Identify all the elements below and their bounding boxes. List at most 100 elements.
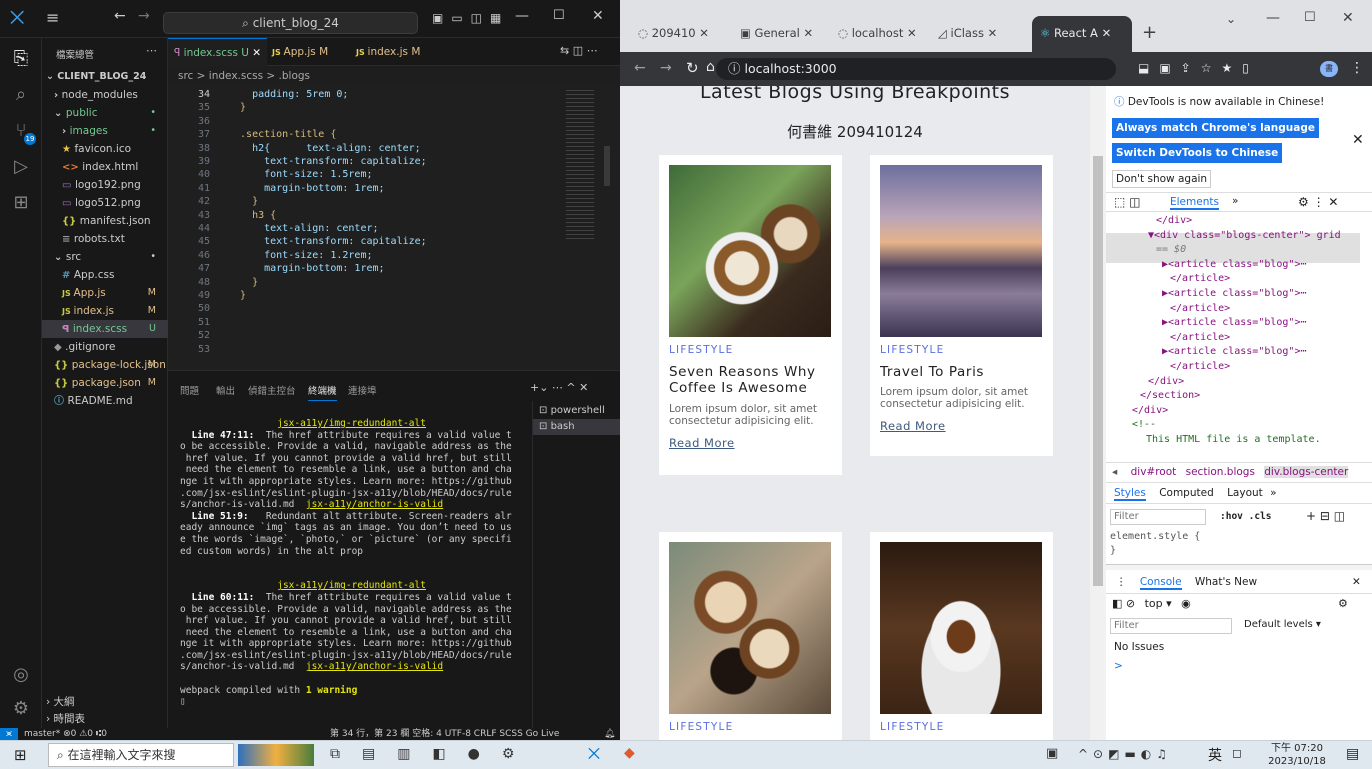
context-select[interactable]: top xyxy=(1145,597,1163,610)
tab-index-js[interactable]: JS index.js M xyxy=(350,38,426,66)
dom-node[interactable]: </article> xyxy=(1170,360,1230,375)
clock[interactable]: 下午 07:20 2023/10/18 xyxy=(1262,742,1332,768)
tab-search-icon[interactable]: ⌄ xyxy=(1226,12,1236,26)
explorer-icon[interactable]: ⎘ xyxy=(8,46,34,72)
tree-item[interactable]: ▭ logo192.png xyxy=(42,176,168,194)
code-line[interactable]: } xyxy=(228,289,246,302)
code-line[interactable]: h3 { xyxy=(228,209,276,222)
tree-item[interactable]: ⌄ public • xyxy=(42,104,168,122)
tree-item[interactable]: ≡ robots.txt xyxy=(42,230,168,248)
tab-whats-new[interactable]: What's New xyxy=(1195,576,1257,588)
drawer-resizer[interactable] xyxy=(1106,564,1372,570)
code-line[interactable]: margin-bottom: 1rem; xyxy=(228,182,384,195)
read-more-link[interactable]: Read More xyxy=(669,436,735,450)
hov-cls-toggle[interactable]: :hov .cls xyxy=(1220,511,1271,522)
dom-node[interactable]: </div> xyxy=(1148,375,1184,390)
dom-node[interactable]: <!-- xyxy=(1132,418,1156,433)
panel-tab[interactable]: 輸出 xyxy=(216,383,235,397)
code-line[interactable]: } xyxy=(228,195,258,208)
panel-tab[interactable]: 連接埠 xyxy=(348,383,377,397)
tree-item[interactable]: ▭ logo512.png xyxy=(42,194,168,212)
sidebar-toggle-icon[interactable]: ◧ xyxy=(1112,597,1126,610)
dom-node[interactable]: ▼<div class="blogs-center"> grid xyxy=(1148,229,1341,244)
panel-actions-icons[interactable]: +⌄ ⋯ ^ ✕ xyxy=(530,381,588,394)
taskbar-app-icons[interactable]: ⧉▤▥◧●⚙ xyxy=(330,746,536,762)
styles-filter-input[interactable]: Filter xyxy=(1110,509,1206,525)
dom-node[interactable]: </div> xyxy=(1132,404,1168,419)
dont-show-again-button[interactable]: Don't show again xyxy=(1112,170,1212,188)
maximize-icon[interactable]: ☐ xyxy=(553,8,565,23)
forward-arrow-icon[interactable]: → xyxy=(138,8,150,24)
notification-center-icon[interactable]: ▤ xyxy=(1346,746,1359,762)
close-icon[interactable]: ✕ xyxy=(592,8,604,24)
git-branch-status[interactable]: master* ⊗0 ⚠0 ⑆0 xyxy=(24,728,107,740)
tree-item[interactable]: # App.css xyxy=(42,266,168,284)
tree-item[interactable]: ★ favicon.ico xyxy=(42,140,168,158)
rule-link[interactable]: jsx-a11y/anchor-is-valid xyxy=(306,661,443,672)
tree-item[interactable]: {} package.json M xyxy=(42,374,168,392)
more-tabs-icon[interactable]: » xyxy=(1270,487,1276,499)
tree-item[interactable]: ꟼ index.scss U xyxy=(42,320,168,338)
rule-link[interactable]: jsx-a11y/img-redundant-alt xyxy=(277,418,426,429)
tree-item[interactable]: JS index.js M xyxy=(42,302,168,320)
inspect-icon[interactable]: ⬚ ◫ xyxy=(1114,195,1141,209)
maximize-icon[interactable]: ☐ xyxy=(1304,10,1316,25)
breadcrumb[interactable]: src > index.scss > .blogs xyxy=(168,66,620,86)
page-scrollbar[interactable] xyxy=(1090,86,1106,740)
tree-item[interactable]: › images • xyxy=(42,122,168,140)
elements-tree[interactable]: </div> ▼<div class="blogs-center"> grid =… xyxy=(1106,214,1360,454)
new-tab-icon[interactable]: + xyxy=(1142,22,1157,43)
tab-close-icon[interactable]: ✕ xyxy=(903,26,917,40)
minimize-icon[interactable]: — xyxy=(515,8,529,24)
tab-index-scss[interactable]: ꟼ index.scss U ✕ xyxy=(168,38,268,66)
code-line[interactable]: font-size: 1.2rem; xyxy=(228,249,372,262)
dom-node[interactable]: </article> xyxy=(1170,331,1230,346)
code-line[interactable]: margin-bottom: 1rem; xyxy=(228,262,384,275)
read-more-link[interactable]: Read More xyxy=(880,419,946,433)
tree-item[interactable]: ⓘ README.md xyxy=(42,392,168,410)
minimize-icon[interactable]: — xyxy=(1266,10,1280,26)
extensions-icon[interactable]: ⊞ xyxy=(8,190,34,216)
system-tray-icons[interactable]: ^⊙◩▬◐♫ xyxy=(1078,747,1172,761)
tree-item[interactable]: {} manifest.json xyxy=(42,212,168,230)
windows-start-icon[interactable]: ⊞ xyxy=(14,746,27,764)
clear-console-icon[interactable]: ⊘ xyxy=(1126,597,1139,610)
account-icon[interactable]: ◎ xyxy=(8,662,34,688)
tab-elements[interactable]: Elements xyxy=(1170,196,1219,210)
browser-tab-active[interactable]: ⚛ React A ✕ xyxy=(1032,16,1132,52)
tab-computed[interactable]: Computed xyxy=(1159,487,1214,499)
console-prompt[interactable]: > xyxy=(1114,660,1123,672)
tree-item[interactable]: ◆ .gitignore xyxy=(42,338,168,356)
rule-link[interactable]: jsx-a11y/anchor-is-valid xyxy=(306,499,443,510)
close-notice-icon[interactable]: ✕ xyxy=(1352,132,1364,148)
remote-icon[interactable]: ⪤ xyxy=(0,728,18,740)
rule-link[interactable]: jsx-a11y/img-redundant-alt xyxy=(277,580,426,591)
minimap[interactable] xyxy=(560,86,610,370)
code-line[interactable]: font-size: 1.5rem; xyxy=(228,168,372,181)
toolbar-action-icons[interactable]: ⬓▣⇪☆★▯ xyxy=(1138,61,1259,75)
editor-status[interactable]: 第 34 行，第 23 欄 空格: 4 UTF-8 CRLF SCSS Go L… xyxy=(330,728,559,740)
run-debug-icon[interactable]: ▷ xyxy=(8,154,34,180)
ime-mode-icon[interactable]: ◻ xyxy=(1232,746,1242,760)
switch-to-chinese-button[interactable]: Switch DevTools to Chinese xyxy=(1112,143,1283,163)
back-arrow-icon[interactable]: ← xyxy=(634,60,646,76)
code-line[interactable]: .section-title { xyxy=(228,128,336,141)
code-line[interactable]: } xyxy=(228,101,246,114)
git-taskbar-icon[interactable]: ◆ xyxy=(624,745,635,761)
terminal-powershell[interactable]: ⊡ powershell xyxy=(539,405,605,416)
crumb[interactable]: div#root xyxy=(1131,466,1177,478)
panel-tab[interactable]: 偵錯主控台 xyxy=(248,383,296,397)
outline-section[interactable]: › 大綱 xyxy=(42,693,168,711)
drawer-close-icon[interactable]: ✕ xyxy=(1352,572,1361,592)
profile-avatar[interactable]: 書 xyxy=(1320,61,1338,77)
code-line[interactable]: padding: 5rem 0; xyxy=(228,88,348,101)
code-line[interactable]: h2{ text-align: center; xyxy=(228,142,421,155)
terminal-output[interactable]: jsx-a11y/img-redundant-alt Line 47:11: T… xyxy=(180,418,525,728)
reload-icon[interactable]: ↻ xyxy=(686,59,699,77)
eye-icon[interactable]: ◉ xyxy=(1181,597,1191,610)
scroll-thumb[interactable] xyxy=(1093,156,1103,586)
desktop-toggle-icon[interactable]: ▣ xyxy=(1046,746,1058,761)
dom-node[interactable]: </div> xyxy=(1156,214,1192,229)
tab-layout[interactable]: Layout xyxy=(1227,487,1263,499)
tab-styles[interactable]: Styles xyxy=(1114,487,1146,501)
